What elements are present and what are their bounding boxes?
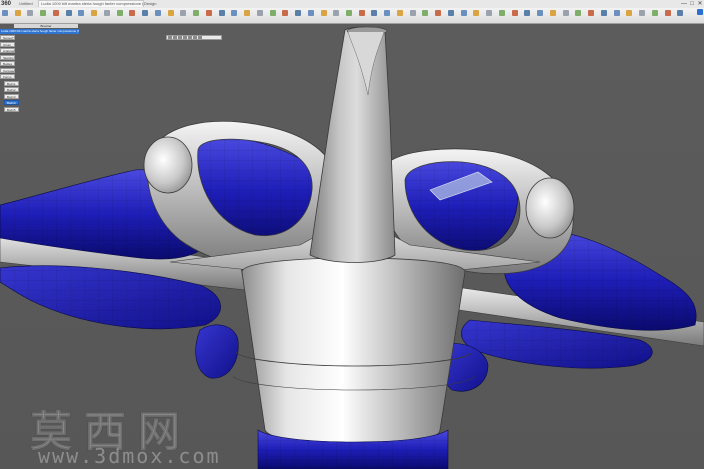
split-icon[interactable] xyxy=(205,10,212,16)
face-icon[interactable] xyxy=(333,10,340,16)
pull-icon[interactable] xyxy=(486,10,493,16)
tab-active-document[interactable]: Ludla 1000 bilt mantra sferia hough fant… xyxy=(38,0,144,7)
window-select-icon[interactable] xyxy=(664,10,671,16)
app-logo: 360 xyxy=(1,1,12,7)
browser-node-body1[interactable]: Body1 xyxy=(4,80,19,86)
browser-node-origin[interactable]: Origin xyxy=(0,41,15,47)
watermark-url: www.3dmox.com xyxy=(38,444,221,468)
combine-icon[interactable] xyxy=(218,10,225,16)
browser-node-sketches[interactable]: Sketches xyxy=(0,54,15,60)
view-toolbar xyxy=(166,35,222,40)
tab-design[interactable]: Design xyxy=(142,1,158,7)
subdivide-icon[interactable] xyxy=(371,10,378,16)
browser-node-canvases[interactable]: Canvases xyxy=(0,67,15,73)
pattern-icon[interactable] xyxy=(167,10,174,16)
fit-icon[interactable] xyxy=(183,36,187,39)
minimize-button[interactable]: — xyxy=(680,0,688,8)
zoom-icon[interactable] xyxy=(178,36,182,39)
cylinder-icon[interactable] xyxy=(269,10,276,16)
select-icon[interactable] xyxy=(651,10,658,16)
orbit-icon[interactable] xyxy=(168,36,172,39)
interpolate-icon[interactable] xyxy=(524,10,531,16)
thicken-icon[interactable] xyxy=(537,10,544,16)
browser-node-body2[interactable]: Body2 xyxy=(4,87,19,92)
plane-icon[interactable] xyxy=(256,10,263,16)
match-icon[interactable] xyxy=(511,10,518,16)
pipe-icon[interactable] xyxy=(320,10,327,16)
move-icon[interactable] xyxy=(180,10,187,16)
display-icon[interactable] xyxy=(188,36,192,39)
close-button[interactable]: ✕ xyxy=(696,0,704,8)
box-icon[interactable] xyxy=(244,10,251,16)
revolve-icon[interactable] xyxy=(78,10,85,16)
inspect-icon[interactable] xyxy=(575,10,582,16)
app-window: 360 Untitled Ludla 1000 bilt mantra sfer… xyxy=(0,0,704,469)
fill-hole-icon[interactable] xyxy=(396,10,403,16)
central-cylinder xyxy=(241,257,466,446)
browser-node-body5[interactable]: Body5 xyxy=(4,106,19,112)
canvas-icon[interactable] xyxy=(626,10,633,16)
fillet-icon[interactable] xyxy=(116,10,123,16)
grid-icon[interactable] xyxy=(193,36,197,39)
bevel-icon[interactable] xyxy=(460,10,467,16)
align-icon[interactable] xyxy=(193,10,200,16)
weld-icon[interactable] xyxy=(409,10,416,16)
uncrease-icon[interactable] xyxy=(447,10,454,16)
end-cap-right xyxy=(525,177,575,239)
chamfer-icon[interactable] xyxy=(129,10,136,16)
browser-panel: Browser Ludla 1000 bilt mantra sferia ho… xyxy=(0,24,79,124)
insert-icon[interactable] xyxy=(613,10,620,16)
insert-edge-icon[interactable] xyxy=(358,10,365,16)
finish-icon[interactable] xyxy=(677,10,684,16)
user-icon[interactable] xyxy=(697,9,703,15)
browser-node-forms[interactable]: Forms xyxy=(0,74,15,79)
redo-icon[interactable] xyxy=(40,10,47,16)
view-icon[interactable] xyxy=(198,36,202,39)
browser-header[interactable]: Browser xyxy=(14,24,78,28)
browser-node-analysis[interactable]: Analysis xyxy=(0,48,15,53)
browser-node-named-views[interactable]: Named Views xyxy=(0,35,15,40)
undo-icon[interactable] xyxy=(27,10,34,16)
ribbon-toolbar xyxy=(0,8,704,24)
pan-icon[interactable] xyxy=(173,36,177,39)
shell-icon[interactable] xyxy=(142,10,149,16)
browser-node-body4[interactable]: Body4 xyxy=(4,100,19,105)
save-icon[interactable] xyxy=(14,10,21,16)
edit-form-icon[interactable] xyxy=(346,10,352,16)
extrude-icon[interactable] xyxy=(65,10,72,16)
maximize-button[interactable]: □ xyxy=(688,0,696,8)
torus-icon[interactable] xyxy=(295,10,302,16)
new-icon[interactable] xyxy=(2,10,8,16)
sketch-icon[interactable] xyxy=(52,10,59,16)
watermark: 莫西网 www.3dmox.com xyxy=(0,400,220,469)
zebra-icon[interactable] xyxy=(588,10,595,16)
mirror-icon[interactable] xyxy=(154,10,161,16)
browser-node-body3[interactable]: Body3 xyxy=(4,93,19,99)
browser-node-bodies[interactable]: Bodies xyxy=(0,61,15,66)
form-icon[interactable] xyxy=(231,10,238,16)
curvature-icon[interactable] xyxy=(600,10,607,16)
quadball-icon[interactable] xyxy=(307,10,314,16)
flatten-icon[interactable] xyxy=(498,10,505,16)
freeze-icon[interactable] xyxy=(549,10,556,16)
browser-document-row[interactable]: Ludla 1000 bilt mantra sferia hough fant… xyxy=(0,29,79,34)
end-cap-left xyxy=(143,136,193,194)
unweld-icon[interactable] xyxy=(422,10,429,16)
smooth-icon[interactable] xyxy=(473,10,480,16)
bridge-icon[interactable] xyxy=(384,10,391,16)
measure-icon[interactable] xyxy=(562,10,569,16)
tab-untitled[interactable]: Untitled xyxy=(17,1,35,7)
crease-icon[interactable] xyxy=(435,10,442,16)
decal-icon[interactable] xyxy=(639,10,646,16)
loft-icon[interactable] xyxy=(103,10,110,16)
sweep-icon[interactable] xyxy=(91,10,98,16)
sphere-icon[interactable] xyxy=(282,10,289,16)
